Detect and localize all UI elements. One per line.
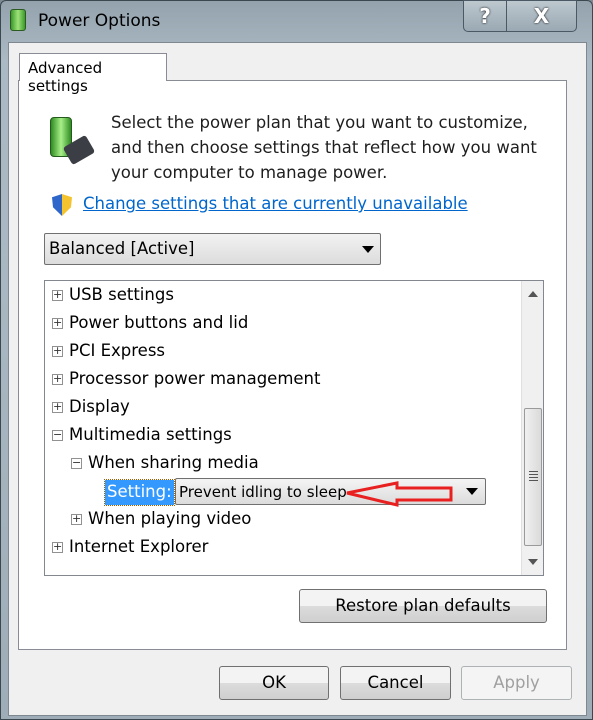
tree-item[interactable]: When sharing media [88, 453, 259, 472]
power-plan-value: Balanced [Active] [49, 239, 195, 258]
scrollbar-thumb[interactable] [524, 408, 542, 546]
tree-item[interactable]: Display [69, 397, 130, 416]
expand-icon[interactable]: + [52, 373, 63, 385]
scroll-up-icon[interactable] [528, 291, 538, 297]
ok-button[interactable]: OK [219, 666, 329, 700]
collapse-icon[interactable]: − [52, 429, 63, 441]
power-plan-select[interactable]: Balanced [Active] [44, 233, 381, 265]
tree-item[interactable]: Processor power management [69, 369, 321, 388]
tree-item[interactable]: Power buttons and lid [69, 313, 248, 332]
apply-button[interactable]: Apply [461, 666, 572, 700]
window-title: Power Options [38, 11, 161, 31]
tree-item[interactable]: When playing video [88, 509, 251, 528]
expand-icon[interactable]: + [52, 317, 63, 329]
expand-icon[interactable]: + [52, 541, 63, 553]
change-settings-link[interactable]: Change settings that are currently unava… [83, 194, 468, 213]
scroll-down-icon[interactable] [528, 559, 538, 565]
expand-icon[interactable]: + [52, 289, 63, 301]
setting-value: Prevent idling to sleep [179, 483, 347, 501]
tab-advanced-settings[interactable]: Advanced settings [19, 53, 167, 95]
expand-icon[interactable]: + [52, 401, 63, 413]
tree-item[interactable]: USB settings [69, 285, 174, 304]
collapse-icon[interactable]: − [71, 457, 82, 469]
restore-plan-defaults-button[interactable]: Restore plan defaults [299, 589, 547, 623]
scrollbar[interactable] [521, 281, 543, 575]
cancel-button[interactable]: Cancel [340, 666, 451, 700]
power-options-icon [10, 9, 26, 31]
expand-icon[interactable]: + [71, 513, 82, 525]
tree-item[interactable]: Internet Explorer [69, 537, 208, 556]
tree-item[interactable]: PCI Express [69, 341, 165, 360]
description-text: Select the power plan that you want to c… [111, 113, 537, 182]
red-arrow-annotation [346, 481, 453, 507]
close-button[interactable]: X [506, 0, 577, 32]
chevron-down-icon [362, 246, 374, 253]
tree-item[interactable]: Multimedia settings [69, 425, 232, 444]
setting-label: Setting: [104, 479, 175, 506]
help-button[interactable]: ? [463, 0, 507, 32]
expand-icon[interactable]: + [52, 345, 63, 357]
chevron-down-icon [466, 488, 478, 495]
